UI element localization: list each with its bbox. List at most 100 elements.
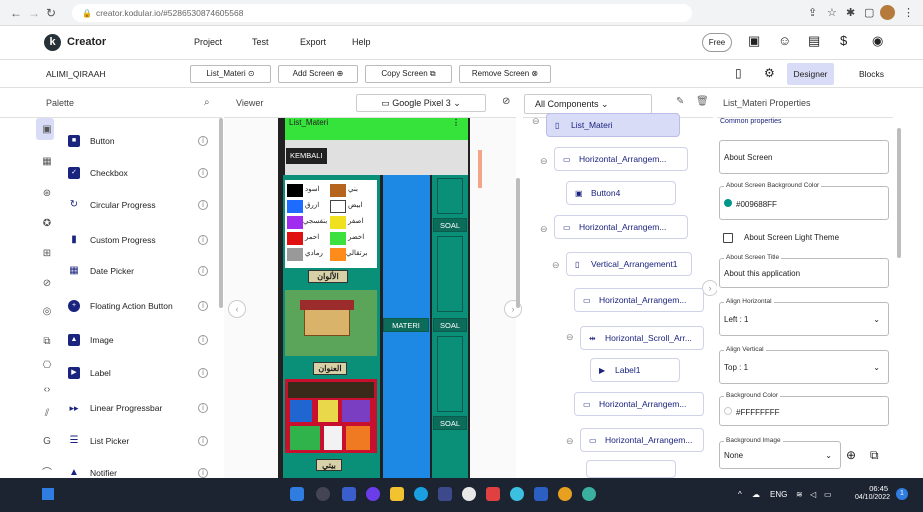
tree-node-screen[interactable]: ▯ List_Materi: [546, 113, 680, 137]
tray-chevron-icon[interactable]: ^: [738, 490, 742, 499]
tab-window-icon[interactable]: ▢: [864, 6, 874, 19]
tree-node-horizontal-arrangement[interactable]: ▭ Horizontal_Arrangem...: [574, 288, 704, 312]
address-bar[interactable]: 🔒 creator.kodular.io/#5286530874605568: [72, 4, 692, 22]
docs-icon[interactable]: ▤: [808, 33, 820, 49]
upload-icon[interactable]: ⊕: [846, 448, 856, 462]
wifi-icon[interactable]: ≋: [796, 490, 803, 499]
layout-category-icon[interactable]: ▦: [40, 156, 54, 167]
media-category-icon[interactable]: ⊛: [40, 188, 54, 199]
copy-screen-button[interactable]: Copy Screen ⧉: [365, 65, 452, 83]
app-icon[interactable]: [582, 487, 596, 501]
start-icon[interactable]: [42, 488, 54, 500]
info-icon[interactable]: i: [198, 468, 208, 478]
info-icon[interactable]: i: [198, 368, 208, 378]
clock-date[interactable]: 04/10/2022: [840, 494, 890, 501]
palette-item-linear-progressbar[interactable]: ▸▸ Linear Progressbar: [68, 399, 162, 415]
menu-export[interactable]: Export: [300, 37, 326, 47]
search-icon[interactable]: ⌕: [204, 97, 210, 108]
tree-node-vertical-arrangement[interactable]: ▯ Vertical_Arrangement1: [566, 252, 692, 276]
screen-select-button[interactable]: List_Materi ⊙: [190, 65, 271, 83]
light-theme-checkbox[interactable]: [723, 233, 733, 243]
designer-tab[interactable]: Designer: [787, 63, 834, 85]
delete-trash-icon[interactable]: 🗑: [696, 96, 709, 107]
info-icon[interactable]: i: [198, 235, 208, 245]
tree-node-horizontal-scroll-arrangement[interactable]: ⇹ Horizontal_Scroll_Arr...: [580, 326, 704, 350]
about-title-field[interactable]: About this application: [719, 258, 889, 288]
billing-icon[interactable]: $: [840, 33, 847, 48]
menu-test[interactable]: Test: [252, 37, 269, 47]
materi-button[interactable]: MATERI: [383, 318, 429, 332]
soal-button-2[interactable]: SOAL: [433, 318, 467, 332]
app-icon[interactable]: [462, 487, 476, 501]
share-icon[interactable]: ⇪: [808, 6, 817, 19]
palette-item-floating-action-button[interactable]: + Floating Action Button: [68, 297, 173, 313]
sensors-category-icon[interactable]: ⊘: [40, 278, 54, 289]
menu-project[interactable]: Project: [194, 37, 222, 47]
tree-node-partial[interactable]: [586, 460, 676, 478]
account-icon[interactable]: ◉: [872, 33, 883, 49]
clock-time[interactable]: 06:45: [848, 484, 888, 493]
about-bg-color-field[interactable]: #009688FF: [719, 186, 889, 220]
community-icon[interactable]: ☺: [778, 33, 791, 48]
edge-icon[interactable]: [414, 487, 428, 501]
device-select[interactable]: ▭ Google Pixel 3 ⌄: [356, 94, 486, 112]
palette-item-image[interactable]: ▲ Image: [68, 331, 114, 347]
cloud-icon[interactable]: ☁: [752, 490, 760, 499]
gallery-icon[interactable]: ▣: [748, 33, 760, 49]
remove-screen-button[interactable]: Remove Screen ⊗: [459, 65, 551, 83]
user-interface-category-icon[interactable]: ▣: [40, 124, 54, 135]
align-vertical-select[interactable]: Top : 1 ⌄: [719, 350, 889, 384]
battery-icon[interactable]: ▭: [824, 490, 832, 499]
info-icon[interactable]: i: [198, 436, 208, 446]
maps-category-icon[interactable]: ⊞: [40, 248, 54, 259]
info-icon[interactable]: i: [198, 403, 208, 413]
blocks-tab[interactable]: Blocks: [848, 63, 895, 85]
free-plan-button[interactable]: Free: [702, 33, 732, 52]
palette-scrollbar[interactable]: [219, 118, 223, 308]
tree-node-label1[interactable]: ▶ Label1: [590, 358, 680, 382]
info-icon[interactable]: i: [198, 266, 208, 276]
collapse-toggle-icon[interactable]: ⊖: [540, 156, 548, 167]
phone-preview-icon[interactable]: ▯: [735, 66, 742, 80]
windows-start-icon[interactable]: [290, 487, 304, 501]
tree-node-button4[interactable]: ▣ Button4: [566, 181, 676, 205]
mcafee-icon[interactable]: [486, 487, 500, 501]
profile-avatar[interactable]: [880, 5, 895, 20]
info-icon[interactable]: i: [198, 168, 208, 178]
kebab-menu-icon[interactable]: ⋮: [903, 6, 914, 19]
collapse-toggle-icon[interactable]: ⊖: [532, 116, 540, 127]
task-view-icon[interactable]: [342, 487, 356, 501]
menu-help[interactable]: Help: [352, 37, 371, 47]
about-screen-textarea[interactable]: About Screen: [719, 140, 889, 174]
app-icon[interactable]: [510, 487, 524, 501]
extensions-icon[interactable]: ✱: [846, 6, 855, 19]
palette-item-list-picker[interactable]: ☰ List Picker: [68, 432, 130, 448]
palette-item-button[interactable]: ■ Button: [68, 132, 115, 148]
viewer-scrollbar[interactable]: [516, 178, 520, 308]
file-explorer-icon[interactable]: [390, 487, 404, 501]
social-category-icon[interactable]: ◎: [40, 306, 54, 317]
viewer-scroll-left-icon[interactable]: ‹: [228, 300, 246, 318]
word-icon[interactable]: [534, 487, 548, 501]
tree-node-horizontal-arrangement[interactable]: ▭ Horizontal_Arrangem...: [574, 392, 704, 416]
background-image-select[interactable]: None ⌄: [719, 441, 841, 469]
open-external-icon[interactable]: ⧉: [870, 448, 879, 463]
kembali-button[interactable]: KEMBALI: [286, 148, 327, 164]
soal-button-3[interactable]: SOAL: [433, 416, 467, 430]
star-icon[interactable]: ☆: [827, 6, 837, 19]
palette-item-checkbox[interactable]: ✓ Checkbox: [68, 164, 128, 180]
collapse-toggle-icon[interactable]: ⊖: [540, 224, 548, 235]
drawing-category-icon[interactable]: ✪: [40, 218, 54, 229]
info-icon[interactable]: i: [198, 301, 208, 311]
background-color-field[interactable]: #FFFFFFFF: [719, 396, 889, 426]
language-indicator[interactable]: ENG: [770, 490, 787, 499]
network-category-icon[interactable]: ⫽: [40, 408, 54, 419]
storage-category-icon[interactable]: ⧉: [40, 336, 54, 347]
viewer-scroll-indicator[interactable]: [478, 150, 482, 188]
store-icon[interactable]: [438, 487, 452, 501]
rename-pencil-icon[interactable]: ✎: [676, 96, 684, 107]
palette-item-date-picker[interactable]: ▦ Date Picker: [68, 262, 134, 278]
collapse-toggle-icon[interactable]: ⊖: [566, 436, 574, 447]
info-icon[interactable]: i: [198, 335, 208, 345]
search-icon[interactable]: [316, 487, 330, 501]
